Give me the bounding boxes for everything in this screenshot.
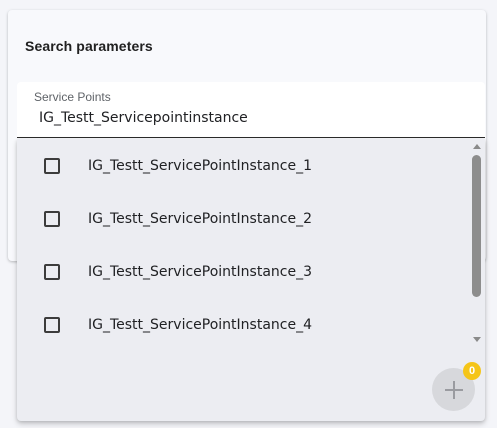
checkbox[interactable] [44,263,60,280]
scroll-down-arrow-icon[interactable] [473,337,481,342]
scroll-thumb[interactable] [472,155,481,297]
checkbox[interactable] [44,316,60,333]
option-service-point-3[interactable]: IG_Testt_ServicePointInstance_3 [17,245,467,298]
service-points-field[interactable]: Service Points [17,82,485,138]
plus-icon [444,380,463,399]
service-points-input[interactable] [39,108,469,128]
option-label: IG_Testt_ServicePointInstance_4 [88,316,312,333]
scroll-up-arrow-icon[interactable] [473,144,481,149]
option-label: IG_Testt_ServicePointInstance_3 [88,263,312,280]
option-label: IG_Testt_ServicePointInstance_2 [88,210,312,227]
count-badge: 0 [463,362,481,380]
card-title: Search parameters [25,38,153,54]
checkbox[interactable] [44,157,60,174]
dropdown-scrollbar[interactable] [470,139,485,349]
option-label: IG_Testt_ServicePointInstance_1 [88,157,312,174]
page: Search parameters Service Points IG_Test… [0,0,497,428]
checkbox[interactable] [44,210,60,227]
service-points-dropdown: IG_Testt_ServicePointInstance_1 IG_Testt… [17,139,485,421]
option-service-point-2[interactable]: IG_Testt_ServicePointInstance_2 [17,192,467,245]
option-service-point-4[interactable]: IG_Testt_ServicePointInstance_4 [17,298,467,351]
option-service-point-1[interactable]: IG_Testt_ServicePointInstance_1 [17,139,467,192]
service-points-label: Service Points [34,90,111,104]
